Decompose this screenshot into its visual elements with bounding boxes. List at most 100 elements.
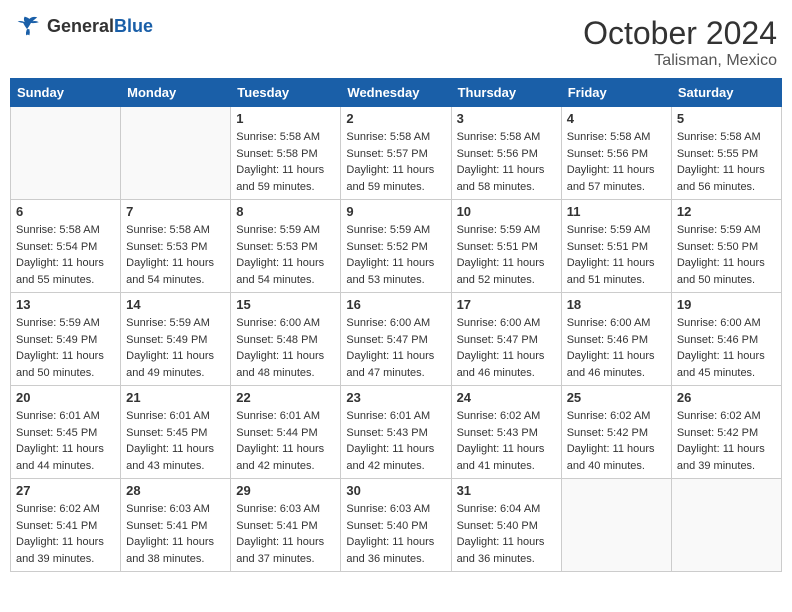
logo: GeneralBlue [15,15,153,37]
table-row: 8Sunrise: 5:59 AMSunset: 5:53 PMDaylight… [231,200,341,293]
calendar-header-row: Sunday Monday Tuesday Wednesday Thursday… [11,79,782,107]
page-header: GeneralBlue October 2024 Talisman, Mexic… [10,10,782,70]
header-monday: Monday [121,79,231,107]
table-row [671,479,781,572]
location-subtitle: Talisman, Mexico [583,52,777,70]
day-info: Sunrise: 6:03 AMSunset: 5:40 PMDaylight:… [346,501,445,567]
calendar-week-row: 1 Sunrise: 5:58 AMSunset: 5:58 PMDaylight… [11,107,782,200]
logo-bird-icon [15,15,43,37]
day-number: 13 [16,297,115,312]
day-number: 21 [126,390,225,405]
day-info: Sunrise: 5:58 AMSunset: 5:54 PMDaylight:… [16,222,115,288]
day-number: 3 [457,111,556,126]
table-row: 29 Sunrise: 6:03 AMSunset: 5:41 PMDayligh… [231,479,341,572]
day-number: 11 [567,204,666,219]
table-row: 18 Sunrise: 6:00 AMSunset: 5:46 PMDayligh… [561,293,671,386]
day-info: Sunrise: 6:02 AMSunset: 5:42 PMDaylight:… [677,408,776,474]
table-row: 10 Sunrise: 5:59 AMSunset: 5:51 PMDayligh… [451,200,561,293]
day-number: 6 [16,204,115,219]
table-row: 24 Sunrise: 6:02 AMSunset: 5:43 PMDayligh… [451,386,561,479]
day-number: 15 [236,297,335,312]
table-row: 13 Sunrise: 5:59 AMSunset: 5:49 PMDayligh… [11,293,121,386]
day-number: 1 [236,111,335,126]
day-number: 17 [457,297,556,312]
day-info: Sunrise: 5:59 AMSunset: 5:49 PMDaylight:… [16,315,115,381]
table-row: 23 Sunrise: 6:01 AMSunset: 5:43 PMDayligh… [341,386,451,479]
day-info: Sunrise: 5:58 AMSunset: 5:56 PMDaylight:… [567,129,666,195]
day-number: 16 [346,297,445,312]
table-row: 15Sunrise: 6:00 AMSunset: 5:48 PMDayligh… [231,293,341,386]
table-row: 17 Sunrise: 6:00 AMSunset: 5:47 PMDayligh… [451,293,561,386]
header-sunday: Sunday [11,79,121,107]
table-row: 14Sunrise: 5:59 AMSunset: 5:49 PMDayligh… [121,293,231,386]
table-row: 30Sunrise: 6:03 AMSunset: 5:40 PMDayligh… [341,479,451,572]
table-row: 27 Sunrise: 6:02 AMSunset: 5:41 PMDayligh… [11,479,121,572]
table-row: 19 Sunrise: 6:00 AMSunset: 5:46 PMDayligh… [671,293,781,386]
table-row [561,479,671,572]
day-number: 27 [16,483,115,498]
day-number: 7 [126,204,225,219]
day-number: 22 [236,390,335,405]
day-number: 26 [677,390,776,405]
day-info: Sunrise: 5:58 AMSunset: 5:55 PMDaylight:… [677,129,776,195]
header-thursday: Thursday [451,79,561,107]
day-info: Sunrise: 6:00 AMSunset: 5:46 PMDaylight:… [567,315,666,381]
table-row: 9 Sunrise: 5:59 AMSunset: 5:52 PMDaylight… [341,200,451,293]
day-number: 29 [236,483,335,498]
day-info: Sunrise: 6:03 AMSunset: 5:41 PMDaylight:… [126,501,225,567]
day-number: 24 [457,390,556,405]
day-number: 31 [457,483,556,498]
day-number: 10 [457,204,556,219]
table-row: 20Sunrise: 6:01 AMSunset: 5:45 PMDayligh… [11,386,121,479]
day-info: Sunrise: 6:02 AMSunset: 5:42 PMDaylight:… [567,408,666,474]
day-number: 19 [677,297,776,312]
day-number: 18 [567,297,666,312]
header-tuesday: Tuesday [231,79,341,107]
header-wednesday: Wednesday [341,79,451,107]
day-info: Sunrise: 6:02 AMSunset: 5:43 PMDaylight:… [457,408,556,474]
logo-text: GeneralBlue [47,16,153,37]
day-info: Sunrise: 5:58 AMSunset: 5:53 PMDaylight:… [126,222,225,288]
day-info: Sunrise: 5:59 AMSunset: 5:51 PMDaylight:… [567,222,666,288]
day-number: 28 [126,483,225,498]
day-info: Sunrise: 5:59 AMSunset: 5:51 PMDaylight:… [457,222,556,288]
day-info: Sunrise: 6:01 AMSunset: 5:43 PMDaylight:… [346,408,445,474]
day-info: Sunrise: 6:02 AMSunset: 5:41 PMDaylight:… [16,501,115,567]
day-info: Sunrise: 6:03 AMSunset: 5:41 PMDaylight:… [236,501,335,567]
table-row: 1 Sunrise: 5:58 AMSunset: 5:58 PMDaylight… [231,107,341,200]
day-number: 25 [567,390,666,405]
table-row: 16Sunrise: 6:00 AMSunset: 5:47 PMDayligh… [341,293,451,386]
table-row: 3 Sunrise: 5:58 AMSunset: 5:56 PMDaylight… [451,107,561,200]
calendar-table: Sunday Monday Tuesday Wednesday Thursday… [10,78,782,572]
table-row: 4Sunrise: 5:58 AMSunset: 5:56 PMDaylight… [561,107,671,200]
header-saturday: Saturday [671,79,781,107]
day-number: 9 [346,204,445,219]
day-info: Sunrise: 6:01 AMSunset: 5:44 PMDaylight:… [236,408,335,474]
day-number: 5 [677,111,776,126]
day-info: Sunrise: 6:01 AMSunset: 5:45 PMDaylight:… [16,408,115,474]
table-row: 2 Sunrise: 5:58 AMSunset: 5:57 PMDaylight… [341,107,451,200]
day-info: Sunrise: 6:04 AMSunset: 5:40 PMDaylight:… [457,501,556,567]
table-row: 21 Sunrise: 6:01 AMSunset: 5:45 PMDayligh… [121,386,231,479]
header-friday: Friday [561,79,671,107]
calendar-week-row: 27 Sunrise: 6:02 AMSunset: 5:41 PMDayligh… [11,479,782,572]
day-info: Sunrise: 6:01 AMSunset: 5:45 PMDaylight:… [126,408,225,474]
table-row: 22 Sunrise: 6:01 AMSunset: 5:44 PMDayligh… [231,386,341,479]
day-number: 2 [346,111,445,126]
day-info: Sunrise: 5:59 AMSunset: 5:49 PMDaylight:… [126,315,225,381]
table-row: 12Sunrise: 5:59 AMSunset: 5:50 PMDayligh… [671,200,781,293]
logo-general: General [47,16,114,36]
table-row [11,107,121,200]
day-info: Sunrise: 5:59 AMSunset: 5:53 PMDaylight:… [236,222,335,288]
day-info: Sunrise: 6:00 AMSunset: 5:46 PMDaylight:… [677,315,776,381]
table-row: 26 Sunrise: 6:02 AMSunset: 5:42 PMDayligh… [671,386,781,479]
day-number: 23 [346,390,445,405]
day-info: Sunrise: 5:58 AMSunset: 5:57 PMDaylight:… [346,129,445,195]
calendar-week-row: 13 Sunrise: 5:59 AMSunset: 5:49 PMDayligh… [11,293,782,386]
day-info: Sunrise: 5:58 AMSunset: 5:56 PMDaylight:… [457,129,556,195]
day-info: Sunrise: 6:00 AMSunset: 5:47 PMDaylight:… [457,315,556,381]
month-title: October 2024 [583,15,777,52]
table-row [121,107,231,200]
day-info: Sunrise: 5:59 AMSunset: 5:52 PMDaylight:… [346,222,445,288]
day-info: Sunrise: 5:58 AMSunset: 5:58 PMDaylight:… [236,129,335,195]
